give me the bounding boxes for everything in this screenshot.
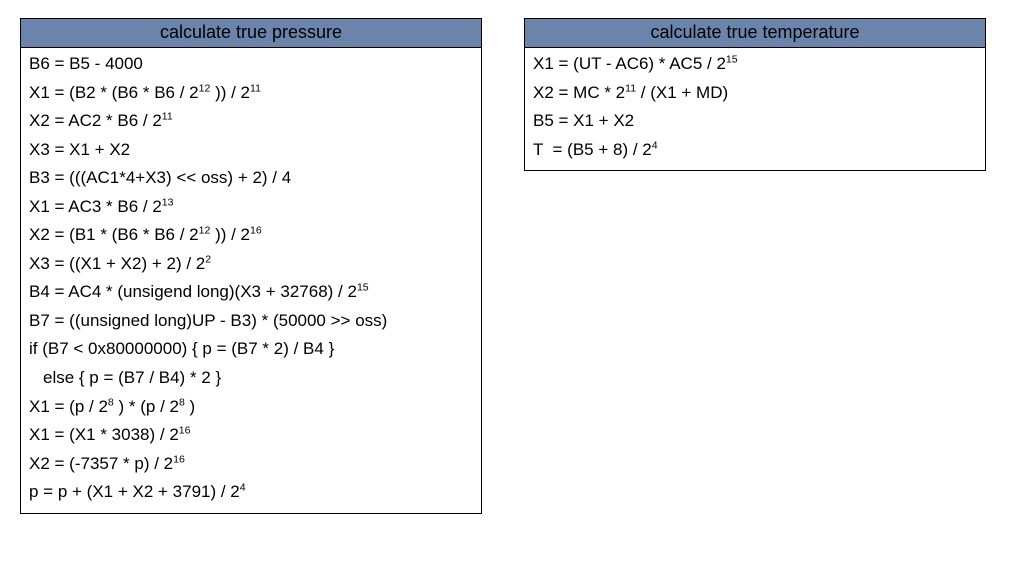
text-segment: / (X1 + MD) bbox=[636, 83, 728, 102]
exponent: 11 bbox=[625, 82, 636, 94]
text-segment: )) / 2 bbox=[210, 225, 250, 244]
text-segment: B6 = B5 - 4000 bbox=[29, 54, 143, 73]
exponent: 11 bbox=[162, 110, 173, 122]
formula-line: X1 = AC3 * B6 / 213 bbox=[29, 193, 473, 222]
text-segment: )) / 2 bbox=[210, 83, 250, 102]
formula-line: B5 = X1 + X2 bbox=[533, 107, 977, 136]
text-segment: else { p = (B7 / B4) * 2 } bbox=[43, 368, 221, 387]
text-segment: X2 = (B1 * (B6 * B6 / 2 bbox=[29, 225, 199, 244]
text-segment: B4 = AC4 * (unsigend long)(X3 + 32768) /… bbox=[29, 282, 357, 301]
formula-line: T = (B5 + 8) / 24 bbox=[533, 136, 977, 165]
formula-line: B4 = AC4 * (unsigend long)(X3 + 32768) /… bbox=[29, 278, 473, 307]
formula-line: B6 = B5 - 4000 bbox=[29, 50, 473, 79]
text-segment: ) * (p / 2 bbox=[114, 397, 179, 416]
formula-line: B7 = ((unsigned long)UP - B3) * (50000 >… bbox=[29, 307, 473, 336]
exponent: 15 bbox=[357, 282, 369, 294]
formula-line: else { p = (B7 / B4) * 2 } bbox=[29, 364, 473, 393]
formula-line: X2 = (B1 * (B6 * B6 / 212 )) / 216 bbox=[29, 221, 473, 250]
text-segment: X1 = AC3 * B6 / 2 bbox=[29, 197, 162, 216]
text-segment: B5 = X1 + X2 bbox=[533, 111, 634, 130]
formula-line: B3 = (((AC1*4+X3) << oss) + 2) / 4 bbox=[29, 164, 473, 193]
text-segment: X2 = AC2 * B6 / 2 bbox=[29, 111, 162, 130]
formula-line: X3 = ((X1 + X2) + 2) / 22 bbox=[29, 250, 473, 279]
formula-line: X2 = AC2 * B6 / 211 bbox=[29, 107, 473, 136]
formula-line: X1 = (X1 * 3038) / 216 bbox=[29, 421, 473, 450]
exponent: 16 bbox=[250, 225, 262, 237]
exponent: 12 bbox=[199, 82, 211, 94]
exponent: 16 bbox=[179, 424, 191, 436]
formula-line: X1 = (p / 28 ) * (p / 28 ) bbox=[29, 393, 473, 422]
pressure-title: calculate true pressure bbox=[21, 19, 481, 48]
text-segment: X2 = MC * 2 bbox=[533, 83, 625, 102]
exponent: 2 bbox=[205, 253, 211, 265]
text-segment: X1 = (UT - AC6) * AC5 / 2 bbox=[533, 54, 726, 73]
exponent: 15 bbox=[726, 53, 738, 65]
exponent: 11 bbox=[250, 82, 261, 94]
text-segment: B3 = (((AC1*4+X3) << oss) + 2) / 4 bbox=[29, 168, 291, 187]
temperature-body: X1 = (UT - AC6) * AC5 / 215X2 = MC * 211… bbox=[525, 48, 985, 170]
text-segment: X1 = (p / 2 bbox=[29, 397, 108, 416]
temperature-title: calculate true temperature bbox=[525, 19, 985, 48]
formula-line: if (B7 < 0x80000000) { p = (B7 * 2) / B4… bbox=[29, 335, 473, 364]
text-segment: X1 = (B2 * (B6 * B6 / 2 bbox=[29, 83, 199, 102]
text-segment: T = (B5 + 8) / 2 bbox=[533, 140, 652, 159]
text-segment: if (B7 < 0x80000000) { p = (B7 * 2) / B4… bbox=[29, 339, 334, 358]
text-segment: X1 = (X1 * 3038) / 2 bbox=[29, 425, 179, 444]
text-segment: X2 = (-7357 * p) / 2 bbox=[29, 454, 173, 473]
formula-line: X1 = (UT - AC6) * AC5 / 215 bbox=[533, 50, 977, 79]
text-segment: X3 = ((X1 + X2) + 2) / 2 bbox=[29, 254, 205, 273]
text-segment: B7 = ((unsigned long)UP - B3) * (50000 >… bbox=[29, 311, 387, 330]
formula-line: X2 = (-7357 * p) / 216 bbox=[29, 450, 473, 479]
exponent: 12 bbox=[199, 225, 211, 237]
formula-line: p = p + (X1 + X2 + 3791) / 24 bbox=[29, 478, 473, 507]
exponent: 16 bbox=[173, 453, 185, 465]
exponent: 13 bbox=[162, 196, 174, 208]
formula-line: X2 = MC * 211 / (X1 + MD) bbox=[533, 79, 977, 108]
formula-line: X3 = X1 + X2 bbox=[29, 136, 473, 165]
text-segment: X3 = X1 + X2 bbox=[29, 140, 130, 159]
pressure-box: calculate true pressure B6 = B5 - 4000 X1… bbox=[20, 18, 482, 514]
exponent: 4 bbox=[240, 482, 246, 494]
content-wrap: calculate true pressure B6 = B5 - 4000 X1… bbox=[20, 18, 1004, 514]
text-segment: ) bbox=[185, 397, 195, 416]
temperature-box: calculate true temperature X1 = (UT - AC… bbox=[524, 18, 986, 171]
formula-line: X1 = (B2 * (B6 * B6 / 212 )) / 211 bbox=[29, 79, 473, 108]
pressure-body: B6 = B5 - 4000 X1 = (B2 * (B6 * B6 / 212 … bbox=[21, 48, 481, 513]
text-segment: p = p + (X1 + X2 + 3791) / 2 bbox=[29, 482, 240, 501]
exponent: 4 bbox=[652, 139, 658, 151]
